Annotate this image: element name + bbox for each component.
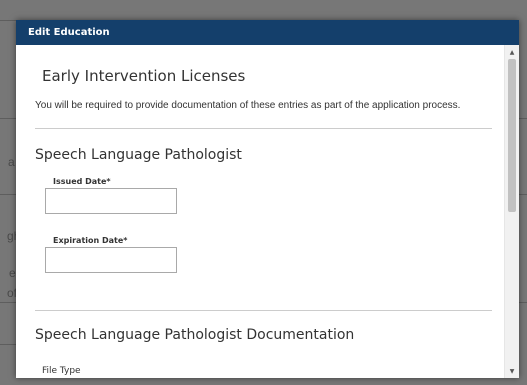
triangle-down-icon[interactable]: ▼ <box>505 365 519 377</box>
expiration-date-label: Expiration Date* <box>53 236 128 245</box>
expiration-date-input[interactable] <box>45 247 177 273</box>
license-section-title: Speech Language Pathologist <box>35 147 242 163</box>
modal-header: Edit Education <box>16 20 519 45</box>
modal-title: Edit Education <box>28 27 110 38</box>
issued-date-input[interactable] <box>45 188 177 214</box>
section-title: Early Intervention Licenses <box>42 67 246 85</box>
background-text-fragment: e <box>9 266 16 280</box>
background-text-fragment: a <box>8 155 15 169</box>
edit-education-modal: Edit Education Early Intervention Licens… <box>16 20 519 378</box>
modal-scrollbar[interactable]: ▲ ▼ <box>504 45 519 378</box>
scrollbar-thumb[interactable] <box>508 59 516 212</box>
section-divider <box>35 128 492 129</box>
intro-text: You will be required to provide document… <box>35 100 461 111</box>
file-type-label: File Type <box>42 366 81 376</box>
issued-date-label: Issued Date* <box>53 177 111 186</box>
documentation-section-title: Speech Language Pathologist Documentatio… <box>35 327 355 343</box>
modal-body: Early Intervention Licenses You will be … <box>16 45 504 378</box>
section-divider <box>35 310 492 311</box>
triangle-up-icon[interactable]: ▲ <box>505 46 519 58</box>
